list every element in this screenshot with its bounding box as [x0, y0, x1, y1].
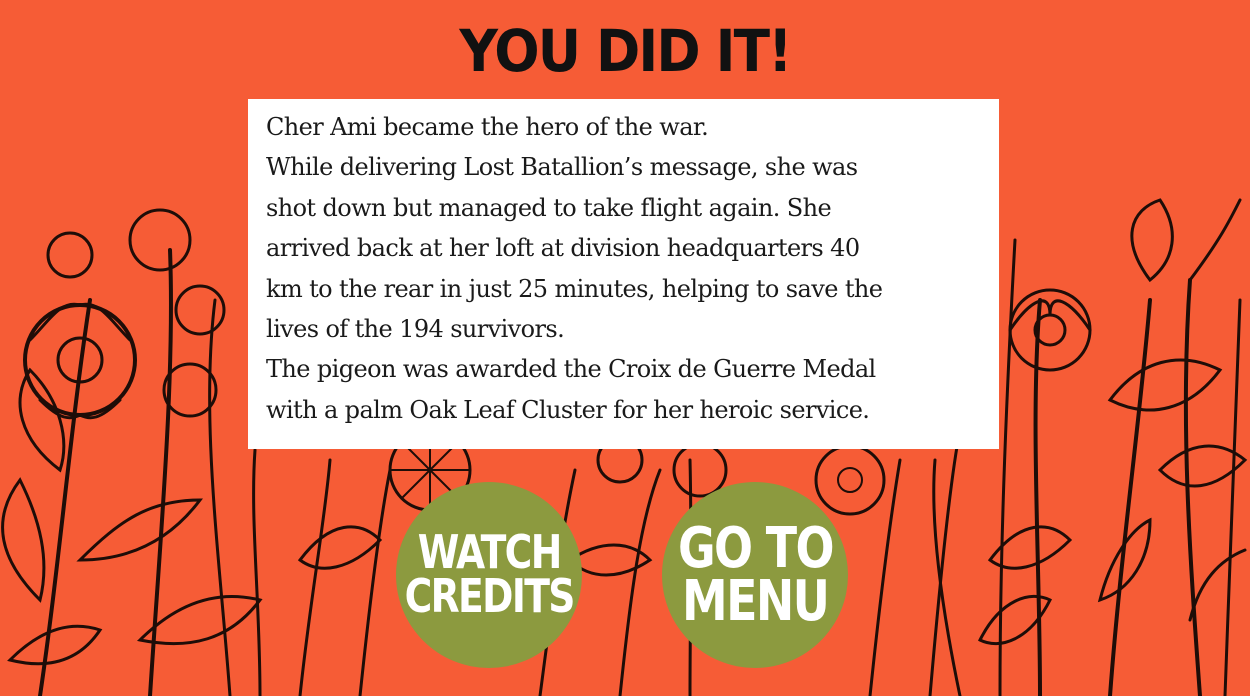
go-to-menu-button[interactable]: GO TO MENU [662, 482, 848, 668]
story-line: shot down but managed to take flight aga… [266, 193, 832, 222]
story-line: km to the rear in just 25 minutes, helpi… [266, 274, 883, 303]
story-line: arrived back at her loft at division hea… [266, 234, 860, 263]
story-line: The pigeon was awarded the Croix de Guer… [266, 355, 876, 384]
go-to-menu-label-line2: MENU [681, 569, 830, 634]
story-card: Cher Ami became the hero of the war. Whi… [248, 99, 999, 449]
go-to-menu-label-line1: GO TO [677, 515, 835, 581]
story-line: While delivering Lost Batallion’s messag… [266, 153, 858, 182]
page-title: YOU DID IT! [459, 17, 792, 85]
story-line: with a palm Oak Leaf Cluster for her her… [266, 395, 870, 424]
end-screen: YOU DID IT! Cher Ami became the hero of … [0, 0, 1250, 696]
story-line: lives of the 194 survivors. [266, 315, 565, 344]
story-line: Cher Ami became the hero of the war. [266, 113, 709, 141]
watch-credits-label-line2: CREDITS [404, 569, 575, 623]
watch-credits-button[interactable]: WATCH CREDITS [396, 482, 582, 668]
